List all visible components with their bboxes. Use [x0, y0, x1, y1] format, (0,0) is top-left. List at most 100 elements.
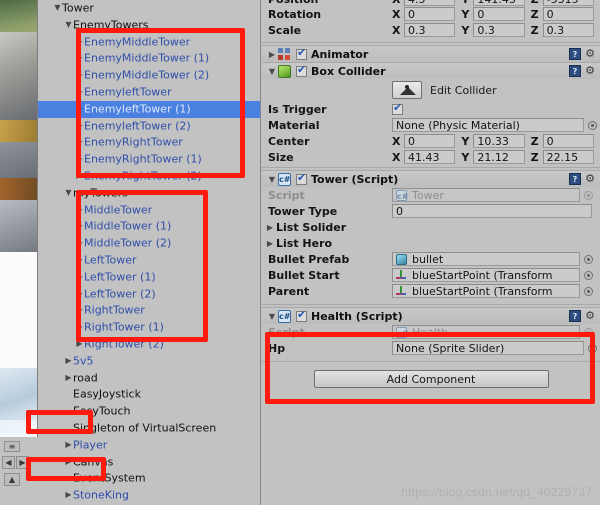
bullet-prefab-picker-icon[interactable] [584, 254, 593, 264]
hierarchy-row[interactable]: ▶LeftTower (2) [38, 286, 260, 303]
position-z-field[interactable]: -5315 [542, 0, 594, 6]
center-z-field[interactable]: 0 [542, 134, 594, 148]
hierarchy-row[interactable]: ▶LeftTower (1) [38, 269, 260, 286]
hierarchy-row[interactable]: ▼myTowers [38, 185, 260, 202]
rotation-y-field[interactable]: 0 [473, 7, 525, 21]
foldout-closed-icon[interactable]: ▶ [75, 84, 84, 101]
foldout-closed-icon[interactable]: ▶ [75, 168, 84, 185]
hierarchy-panel[interactable]: ▼Tower ▼EnemyTowers ▶EnemyMiddleTower ▶Enem… [38, 0, 261, 505]
add-component-button[interactable]: Add Component [313, 370, 549, 388]
box-collider-foldout-open-icon[interactable]: ▼ [266, 67, 278, 76]
hierarchy-row[interactable]: ▼Tower [38, 0, 260, 17]
foldout-closed-icon[interactable]: ▶ [75, 34, 84, 51]
rotation-z-field[interactable]: 0 [542, 7, 594, 21]
inspector-panel[interactable]: Position X 4.5 Y 141.43 Z -5315 Rotation… [262, 0, 600, 505]
foldout-closed-icon[interactable]: ▶ [75, 67, 84, 84]
scene-scroll-up-button[interactable]: ▲ [4, 473, 20, 486]
tower-script-reference-row[interactable]: Script c# Tower [262, 187, 600, 203]
foldout-closed-icon[interactable]: ▶ [75, 118, 84, 135]
animator-component-header[interactable]: ▶ Animator ? ⚙ [262, 45, 600, 62]
scale-x-field[interactable]: 0.3 [404, 23, 456, 37]
foldout-closed-icon[interactable]: ▶ [75, 50, 84, 67]
hierarchy-row[interactable]: ▶EnemyMiddleTower (2) [38, 67, 260, 84]
collider-material-field[interactable]: None (Physic Material) [392, 118, 584, 132]
scale-z-field[interactable]: 0.3 [542, 23, 594, 37]
position-x-field[interactable]: 4.5 [404, 0, 456, 6]
health-script-reference-row[interactable]: Script c# Health [262, 324, 600, 340]
hierarchy-row[interactable]: ▶Player [38, 437, 260, 454]
hierarchy-row[interactable]: ▶5v5 [38, 353, 260, 370]
bullet-prefab-field[interactable]: bullet [392, 252, 580, 266]
rotation-x-field[interactable]: 0 [404, 7, 456, 21]
hierarchy-row[interactable]: ▶EasyJoystick [38, 386, 260, 403]
scene-layers-menu-icon[interactable]: ≡ [4, 441, 20, 452]
foldout-open-icon[interactable]: ▼ [64, 185, 73, 202]
health-script-gear-icon[interactable]: ⚙ [584, 310, 596, 322]
foldout-closed-icon[interactable]: ▶ [64, 437, 73, 454]
parent-field[interactable]: blueStartPoint (Transform [392, 284, 580, 298]
foldout-closed-icon[interactable]: ▶ [75, 134, 84, 151]
animator-help-icon[interactable]: ? [569, 48, 581, 60]
hierarchy-row[interactable]: ▶road [38, 370, 260, 387]
collider-material-picker-icon[interactable] [588, 120, 597, 130]
health-script-enabled-checkbox[interactable] [296, 309, 307, 322]
tower-script-foldout-open-icon[interactable]: ▼ [266, 175, 278, 184]
foldout-closed-icon[interactable]: ▶ [75, 319, 84, 336]
scale-y-field[interactable]: 0.3 [473, 23, 525, 37]
hierarchy-row[interactable]: ▶LeftTower [38, 252, 260, 269]
collider-size-row[interactable]: Size X 41.43 Y 21.12 Z 22.15 [262, 149, 600, 165]
hierarchy-row[interactable]: ▶MiddleTower (2) [38, 235, 260, 252]
health-script-component-header[interactable]: ▼ c# Health (Script) ? ⚙ [262, 307, 600, 324]
animator-enabled-checkbox[interactable] [296, 47, 307, 60]
hierarchy-row[interactable]: ▶EventSystem [38, 470, 260, 487]
foldout-closed-icon[interactable]: ▶ [75, 151, 84, 168]
animator-gear-icon[interactable]: ⚙ [584, 48, 596, 60]
tower-script-gear-icon[interactable]: ⚙ [584, 173, 596, 185]
hierarchy-row[interactable]: ▶EasyTouch [38, 403, 260, 420]
center-x-field[interactable]: 0 [404, 134, 456, 148]
hierarchy-row[interactable]: ▶EnemyMiddleTower (1) [38, 50, 260, 67]
transform-rotation-row[interactable]: Rotation X 0 Y 0 Z 0 [262, 6, 600, 22]
hierarchy-row[interactable]: ▶StoneKing [38, 487, 260, 504]
hierarchy-row[interactable]: ▶EnemyRightTower [38, 134, 260, 151]
hierarchy-row[interactable]: ▶EnemyMiddleTower [38, 34, 260, 51]
scene-view-strip[interactable] [0, 0, 38, 466]
foldout-closed-icon[interactable]: ▶ [75, 252, 84, 269]
hierarchy-row[interactable]: ▶EnemyRightTower (1) [38, 151, 260, 168]
foldout-closed-icon[interactable]: ▶ [75, 218, 84, 235]
animator-foldout-closed-icon[interactable]: ▶ [266, 50, 278, 59]
tower-script-enabled-checkbox[interactable] [296, 172, 307, 185]
hierarchy-row[interactable]: ▶RightTower [38, 302, 260, 319]
hierarchy-row[interactable]: ▶MiddleTower [38, 202, 260, 219]
foldout-closed-icon[interactable]: ▶ [75, 269, 84, 286]
hierarchy-row[interactable]: ▶RightTower (2) [38, 336, 260, 353]
health-script-header-actions[interactable]: ? ⚙ [569, 310, 600, 322]
scene-scroll-right-button[interactable]: ▶ [16, 456, 29, 469]
health-script-foldout-open-icon[interactable]: ▼ [266, 312, 278, 321]
tower-type-row[interactable]: Tower Type 0 [262, 203, 600, 219]
list-hero-foldout-closed-icon[interactable]: ▶ [264, 239, 276, 248]
tower-script-help-icon[interactable]: ? [569, 173, 581, 185]
foldout-open-icon[interactable]: ▼ [53, 0, 62, 17]
parent-row[interactable]: Parent blueStartPoint (Transform [262, 283, 600, 299]
hierarchy-row[interactable]: ▶EnemyleftTower [38, 84, 260, 101]
hp-picker-icon[interactable] [588, 343, 597, 353]
animator-header-actions[interactable]: ? ⚙ [569, 48, 600, 60]
hp-row[interactable]: Hp None (Sprite Slider) [262, 340, 600, 356]
hierarchy-row[interactable]: ▶EnemyleftTower (1) [38, 100, 260, 118]
size-x-field[interactable]: 41.43 [404, 150, 456, 164]
size-y-field[interactable]: 21.12 [473, 150, 525, 164]
collider-center-row[interactable]: Center X 0 Y 10.33 Z 0 [262, 133, 600, 149]
tower-type-field[interactable]: 0 [392, 204, 592, 218]
transform-position-row[interactable]: Position X 4.5 Y 141.43 Z -5315 [262, 0, 600, 6]
box-collider-enabled-checkbox[interactable] [296, 64, 307, 77]
parent-picker-icon[interactable] [584, 286, 593, 296]
collider-material-row[interactable]: Material None (Physic Material) [262, 117, 600, 133]
position-y-field[interactable]: 141.43 [473, 0, 525, 6]
foldout-closed-icon[interactable]: ▶ [75, 336, 84, 353]
box-collider-help-icon[interactable]: ? [569, 65, 581, 77]
bullet-start-field[interactable]: blueStartPoint (Transform [392, 268, 580, 282]
foldout-closed-icon[interactable]: ▶ [75, 101, 84, 118]
bullet-start-picker-icon[interactable] [584, 270, 593, 280]
hierarchy-row[interactable]: ▶EnemyleftTower (2) [38, 118, 260, 135]
